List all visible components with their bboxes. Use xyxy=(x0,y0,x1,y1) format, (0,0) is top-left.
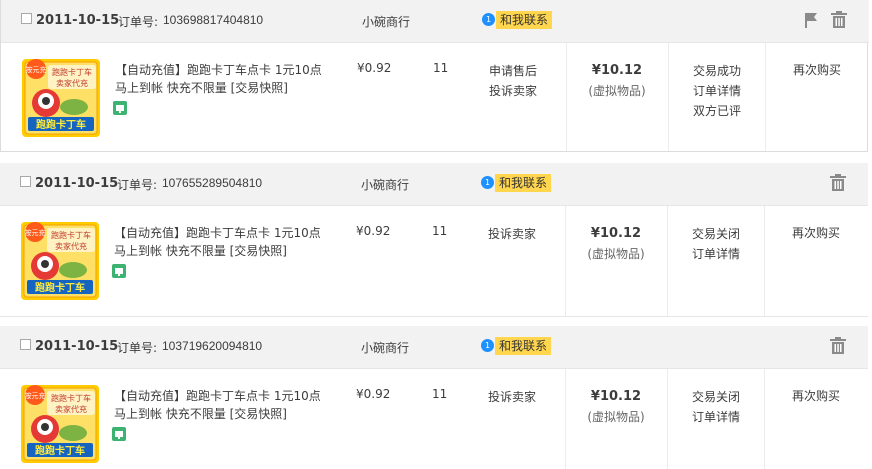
chat-bubble-icon: 1 xyxy=(482,13,495,26)
thumb-logo: 跑跑卡丁车 xyxy=(36,118,86,131)
snapshot-icon[interactable] xyxy=(112,264,126,278)
contact-label: 和我联系 xyxy=(496,11,553,29)
order-number-label: 订单号: xyxy=(117,178,158,192)
order-status: 交易关闭 订单详情 xyxy=(692,224,740,264)
shop-name[interactable]: 小碗商行 xyxy=(361,339,409,356)
order-detail-link[interactable]: 订单详情 xyxy=(692,407,740,427)
order-status: 交易关闭 订单详情 xyxy=(692,387,740,427)
order-checkbox[interactable] xyxy=(20,339,31,350)
divider xyxy=(0,316,868,317)
trash-icon[interactable] xyxy=(829,337,847,355)
thumb-logo: 跑跑卡丁车 xyxy=(35,444,85,457)
total-amount: ¥10.12 xyxy=(590,226,642,241)
order-card: 2011-10-15 订单号: 103719620094810 小碗商行 1 和… xyxy=(0,326,868,469)
complain-seller-link[interactable]: 投诉卖家 xyxy=(488,387,536,407)
service-links: 投诉卖家 xyxy=(488,224,536,244)
order-detail-link[interactable]: 订单详情 xyxy=(693,81,741,101)
status-text: 交易关闭 xyxy=(692,390,741,404)
status-text: 交易成功 xyxy=(693,64,742,78)
trash-icon[interactable] xyxy=(830,11,848,29)
complain-seller-link[interactable]: 投诉卖家 xyxy=(488,224,536,244)
rebuy-button[interactable]: 再次购买 xyxy=(792,224,840,241)
product-thumbnail[interactable]: 跑跑卡丁车 卖家代充 按元充 跑跑卡丁车 xyxy=(22,59,100,137)
shop-name[interactable]: 小碗商行 xyxy=(361,176,409,193)
order-date: 2011-10-15 xyxy=(36,13,120,28)
total-note: (虚拟物品) xyxy=(588,84,646,98)
order-number: 107655289504810 xyxy=(162,176,263,190)
thumb-mid-text: 卖家代充 xyxy=(56,78,88,88)
total-amount: ¥10.12 xyxy=(591,63,643,78)
product-title[interactable]: 【自动充值】跑跑卡丁车点卡 1元10点 马上到帐 快充不限量 [交易快照] xyxy=(115,61,335,97)
order-body: 跑跑卡丁车 卖家代充 按元充 跑跑卡丁车 【自动充值】跑跑卡丁车点卡 1元10点… xyxy=(1,43,869,151)
order-detail-link[interactable]: 订单详情 xyxy=(692,244,740,264)
thumb-top-text: 跑跑卡丁车 xyxy=(52,67,92,77)
total-note: (虚拟物品) xyxy=(587,247,645,261)
thumb-badge: 按元充 xyxy=(26,65,47,74)
order-header: 2011-10-15 订单号: 103698817404810 小碗商行 1 和… xyxy=(1,0,869,43)
service-links: 申请售后 投诉卖家 xyxy=(489,61,537,101)
shop-name[interactable]: 小碗商行 xyxy=(362,13,410,30)
quantity: 11 xyxy=(433,61,449,75)
unit-price: ¥0.92 xyxy=(356,387,391,401)
contact-label: 和我联系 xyxy=(495,174,552,192)
total-amount: ¥10.12 xyxy=(590,389,642,404)
order-number-label: 订单号: xyxy=(118,15,159,29)
quantity: 11 xyxy=(432,387,448,401)
complain-seller-link[interactable]: 投诉卖家 xyxy=(489,81,537,101)
order-status: 交易成功 订单详情 双方已评 xyxy=(693,61,741,121)
product-thumbnail[interactable]: 跑跑卡丁车 卖家代充 按元充 跑跑卡丁车 xyxy=(21,385,99,463)
thumb-badge: 按元充 xyxy=(25,391,46,400)
rebuy-button[interactable]: 再次购买 xyxy=(792,387,840,404)
thumb-logo: 跑跑卡丁车 xyxy=(35,281,85,294)
product-title[interactable]: 【自动充值】跑跑卡丁车点卡 1元10点 马上到帐 快充不限量 [交易快照] xyxy=(114,387,334,423)
order-number: 103698817404810 xyxy=(163,13,264,27)
unit-price: ¥0.92 xyxy=(357,61,392,75)
order-body: 跑跑卡丁车 卖家代充 按元充 跑跑卡丁车 【自动充值】跑跑卡丁车点卡 1元10点… xyxy=(0,369,868,469)
order-number-label: 订单号: xyxy=(117,341,158,355)
thumb-top-text: 跑跑卡丁车 xyxy=(51,230,91,240)
flag-icon[interactable] xyxy=(802,11,820,29)
service-links: 投诉卖家 xyxy=(488,387,536,407)
order-checkbox[interactable] xyxy=(20,176,31,187)
order-checkbox[interactable] xyxy=(21,13,32,24)
rated-status: 双方已评 xyxy=(693,104,742,118)
product-thumbnail[interactable]: 跑跑卡丁车 卖家代充 按元充 跑跑卡丁车 xyxy=(21,222,99,300)
unit-price: ¥0.92 xyxy=(356,224,391,238)
chat-bubble-icon: 1 xyxy=(481,339,494,352)
order-number: 103719620094810 xyxy=(162,339,263,353)
snapshot-icon[interactable] xyxy=(112,427,126,441)
order-total: ¥10.12 (虚拟物品) xyxy=(567,61,667,101)
order-total: ¥10.12 (虚拟物品) xyxy=(566,224,666,264)
chat-bubble-icon: 1 xyxy=(481,176,494,189)
status-text: 交易关闭 xyxy=(692,227,741,241)
order-date: 2011-10-15 xyxy=(35,339,119,354)
order-total: ¥10.12 (虚拟物品) xyxy=(566,387,666,427)
rebuy-button[interactable]: 再次购买 xyxy=(793,61,841,78)
order-header: 2011-10-15 订单号: 103719620094810 小碗商行 1 和… xyxy=(0,326,868,369)
after-sale-link[interactable]: 申请售后 xyxy=(489,61,537,81)
quantity: 11 xyxy=(432,224,448,238)
thumb-top-text: 跑跑卡丁车 xyxy=(51,393,91,403)
snapshot-icon[interactable] xyxy=(113,101,127,115)
total-note: (虚拟物品) xyxy=(587,410,645,424)
order-body: 跑跑卡丁车 卖家代充 按元充 跑跑卡丁车 【自动充值】跑跑卡丁车点卡 1元10点… xyxy=(0,206,868,316)
order-card: 2011-10-15 订单号: 103698817404810 小碗商行 1 和… xyxy=(0,0,869,152)
thumb-badge: 按元充 xyxy=(25,228,46,237)
thumb-mid-text: 卖家代充 xyxy=(55,404,87,414)
order-card: 2011-10-15 订单号: 107655289504810 小碗商行 1 和… xyxy=(0,163,868,316)
order-date: 2011-10-15 xyxy=(35,176,119,191)
order-header: 2011-10-15 订单号: 107655289504810 小碗商行 1 和… xyxy=(0,163,868,206)
contact-label: 和我联系 xyxy=(495,337,552,355)
thumb-mid-text: 卖家代充 xyxy=(55,241,87,251)
product-title[interactable]: 【自动充值】跑跑卡丁车点卡 1元10点 马上到帐 快充不限量 [交易快照] xyxy=(114,224,334,260)
trash-icon[interactable] xyxy=(829,174,847,192)
